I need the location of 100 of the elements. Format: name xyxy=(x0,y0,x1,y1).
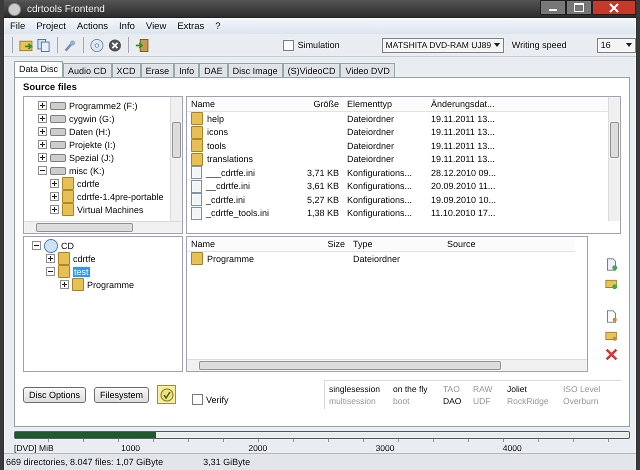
maximize-button[interactable] xyxy=(566,0,592,15)
column-header[interactable]: Änderungsdat... xyxy=(427,99,521,109)
file-name[interactable]: __cdrtfe.ini xyxy=(206,181,250,192)
close-icon xyxy=(609,2,619,12)
scrollbar[interactable] xyxy=(170,97,182,221)
collapse-icon[interactable] xyxy=(32,241,41,250)
tree-item[interactable]: misc (K:) xyxy=(69,166,104,176)
tree-item[interactable]: Programme xyxy=(87,280,134,290)
file-name[interactable]: Programme xyxy=(207,254,254,264)
tree-item[interactable]: Programme2 (F:) xyxy=(69,100,138,110)
expand-icon[interactable] xyxy=(60,280,69,289)
disc-icon[interactable] xyxy=(90,38,104,52)
disc-icon xyxy=(8,2,21,16)
table-cell-text: Dateiordner xyxy=(346,140,396,151)
collapse-icon[interactable] xyxy=(38,166,47,175)
tree-item[interactable]: Virtual Machines xyxy=(77,204,144,214)
verify-label: Verify xyxy=(206,394,229,404)
column-header[interactable]: Source xyxy=(443,239,517,249)
menu-item[interactable]: File xyxy=(10,20,26,32)
copy-icon[interactable] xyxy=(36,38,51,52)
minimize-button[interactable] xyxy=(540,0,566,15)
column-header[interactable]: Size xyxy=(321,239,349,249)
writing-speed-label: Writing speed xyxy=(512,40,567,50)
verify-checkbox[interactable] xyxy=(192,394,204,405)
tree-item[interactable]: Projekte (I:) xyxy=(69,140,116,150)
close-button[interactable] xyxy=(592,0,636,15)
folder-icon xyxy=(191,139,203,152)
file-name[interactable]: translations xyxy=(207,154,254,164)
menu-item[interactable]: ? xyxy=(215,20,221,32)
tree-item[interactable]: cygwin (G:) xyxy=(69,114,115,124)
expand-icon[interactable] xyxy=(38,153,47,162)
column-header[interactable]: Type xyxy=(349,239,443,249)
dropdown-arrow-icon xyxy=(626,43,632,47)
scrollbar[interactable] xyxy=(608,97,620,221)
drive-dropdown[interactable]: MATSHITA DVD-RAM UJ89 xyxy=(382,38,504,52)
tree-item[interactable]: cdrtfe xyxy=(77,178,100,188)
file-name[interactable]: tools xyxy=(207,140,226,151)
column-header[interactable]: Name xyxy=(187,99,295,109)
drive-icon xyxy=(50,102,66,110)
scrollbar[interactable] xyxy=(24,221,182,233)
delete-icon[interactable] xyxy=(605,348,618,361)
table-cell-text: 28.12.2010 09... xyxy=(430,168,498,178)
file-name[interactable]: _cdrtfe.ini xyxy=(206,194,246,205)
table-cell-text: Konfigurations... xyxy=(346,194,414,205)
scrollbar[interactable] xyxy=(187,359,587,371)
folder-icon xyxy=(191,126,203,139)
file-name[interactable]: _cdrtfe_tools.ini xyxy=(206,208,270,218)
table-cell-text: 3,71 KB xyxy=(306,168,340,178)
menu-item[interactable]: Info xyxy=(119,20,135,32)
scale-label: 2000 xyxy=(248,443,268,453)
menu-item[interactable]: Project xyxy=(36,20,66,32)
tree-item[interactable]: Spezial (J:) xyxy=(69,152,114,162)
folder-icon[interactable] xyxy=(605,329,618,342)
option-label: singlesession xyxy=(329,384,382,394)
column-header[interactable]: Name xyxy=(187,239,321,249)
file-icon xyxy=(191,206,202,220)
status-text: 669 directories, 8.047 files: 1,07 GiByte xyxy=(6,457,164,467)
folder-icon xyxy=(62,190,74,203)
expand-icon[interactable] xyxy=(46,254,55,263)
add-folder-icon[interactable] xyxy=(605,277,618,290)
expand-icon[interactable] xyxy=(38,101,47,110)
expand-icon[interactable] xyxy=(38,140,47,149)
expand-icon[interactable] xyxy=(50,192,59,201)
expand-icon[interactable] xyxy=(38,127,47,136)
table-cell-text: Dateiordner xyxy=(346,154,396,164)
file-name[interactable]: help xyxy=(207,114,224,124)
collapse-icon[interactable] xyxy=(46,267,55,276)
column-header[interactable]: Elementtyp xyxy=(343,99,427,109)
add-file-icon[interactable] xyxy=(605,258,618,271)
tree-item[interactable]: cdrtfe-1.4pre-portable xyxy=(77,192,164,202)
tree-item[interactable]: Daten (H:) xyxy=(69,126,111,136)
tree-item[interactable]: cdrtfe xyxy=(73,254,96,264)
folder-icon xyxy=(191,252,203,266)
cancel-icon[interactable] xyxy=(108,38,122,52)
option-label: TAO xyxy=(443,384,461,394)
menu-item[interactable]: Extras xyxy=(177,20,204,32)
tree-item[interactable]: CD xyxy=(61,240,74,250)
file-name[interactable]: icons xyxy=(207,127,228,138)
menu-item[interactable]: View xyxy=(146,20,166,32)
table-cell-text: 5,27 KB xyxy=(306,194,340,205)
check-button[interactable] xyxy=(157,385,176,404)
option-label: ISO Level xyxy=(563,384,602,394)
simulation-checkbox[interactable] xyxy=(282,40,294,50)
folder-icon xyxy=(72,278,84,291)
table-cell-text: 3,61 KB xyxy=(306,181,340,192)
disc-icon xyxy=(44,238,58,252)
expand-icon[interactable] xyxy=(38,114,47,123)
expand-icon[interactable] xyxy=(50,179,59,188)
table-cell-text: Konfigurations... xyxy=(346,208,414,218)
dialog-button[interactable]: Filesystem xyxy=(94,386,150,402)
column-header[interactable]: Größe xyxy=(295,99,343,109)
file-icon[interactable] xyxy=(605,310,618,323)
exit-icon[interactable] xyxy=(134,38,149,52)
file-name[interactable]: ___cdrtfe.ini xyxy=(206,168,256,178)
expand-icon[interactable] xyxy=(50,205,59,214)
scale-label: 1000 xyxy=(121,443,142,453)
menu-item[interactable]: Actions xyxy=(76,20,108,32)
simulation-label: Simulation xyxy=(298,40,340,50)
speed-dropdown[interactable]: 16 xyxy=(596,38,636,52)
dialog-button[interactable]: Disc Options xyxy=(23,386,86,402)
